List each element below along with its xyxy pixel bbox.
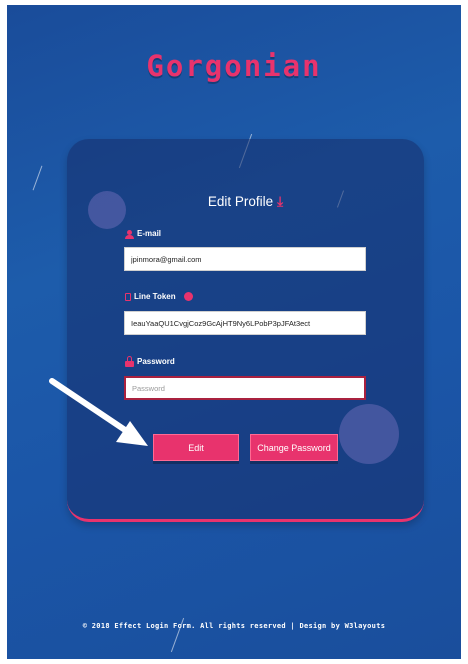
pointer-arrow-icon	[49, 378, 148, 446]
